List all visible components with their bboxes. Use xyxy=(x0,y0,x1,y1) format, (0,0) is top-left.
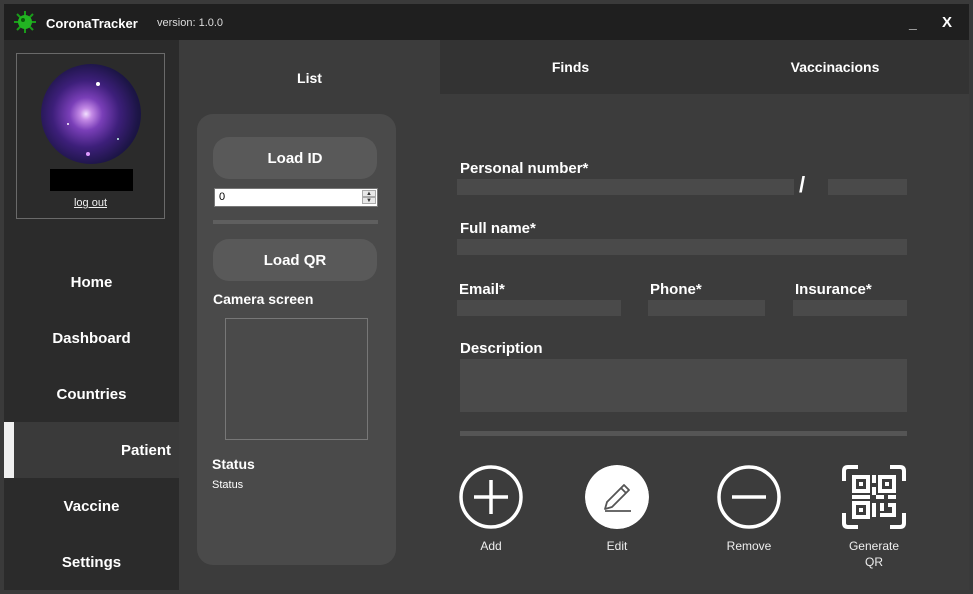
generate-qr-label: Generate QR xyxy=(838,538,910,570)
title-bar: CoronaTracker version: 1.0.0 _ X xyxy=(4,4,969,40)
id-value: 0 xyxy=(219,191,226,203)
patient-content: Load ID 0 ▲ ▼ Load QR Camera screen Stat… xyxy=(179,94,969,590)
status-value: Status xyxy=(212,479,244,491)
id-spinner-input[interactable]: 0 ▲ ▼ xyxy=(214,188,378,207)
plus-circle-icon xyxy=(459,465,523,529)
load-panel: Load ID 0 ▲ ▼ Load QR Camera screen Stat… xyxy=(197,114,396,565)
generate-qr-label-line2: QR xyxy=(865,555,883,569)
tab-vaccinations[interactable]: Vaccinacions xyxy=(701,40,969,94)
insurance-field[interactable] xyxy=(793,300,907,316)
description-field[interactable] xyxy=(460,359,907,412)
close-button[interactable]: X xyxy=(942,14,952,31)
email-field[interactable] xyxy=(457,300,621,316)
generate-qr-label-line1: Generate xyxy=(848,539,900,553)
edit-label: Edit xyxy=(606,539,628,553)
minimize-button[interactable]: _ xyxy=(909,15,917,31)
tab-finds[interactable]: Finds xyxy=(440,40,701,94)
phone-field[interactable] xyxy=(648,300,765,316)
personal-number-field[interactable] xyxy=(457,179,794,195)
spin-down-icon[interactable]: ▼ xyxy=(362,197,376,204)
minus-circle-icon xyxy=(717,465,781,529)
full-name-label: Full name* xyxy=(460,220,536,237)
sidebar-item-vaccine[interactable]: Vaccine xyxy=(4,478,179,534)
sidebar-item-dashboard[interactable]: Dashboard xyxy=(4,310,179,366)
profile-card: log out xyxy=(16,53,165,219)
phone-label: Phone* xyxy=(650,281,702,298)
edit-button[interactable]: Edit xyxy=(582,465,652,554)
avatar xyxy=(41,64,141,164)
divider xyxy=(213,220,378,224)
generate-qr-button[interactable]: Generate QR xyxy=(838,465,910,570)
qr-code-icon xyxy=(842,465,906,529)
tab-bar: Finds Vaccinacions List xyxy=(179,40,969,104)
load-qr-button[interactable]: Load QR xyxy=(213,239,377,281)
app-version: version: 1.0.0 xyxy=(157,17,224,29)
personal-number-suffix-field[interactable] xyxy=(828,179,907,195)
remove-label: Remove xyxy=(726,539,772,553)
status-heading: Status xyxy=(212,456,255,472)
sidebar-item-patient[interactable]: Patient xyxy=(4,422,179,478)
add-label: Add xyxy=(480,539,502,553)
camera-screen xyxy=(225,318,368,440)
add-button[interactable]: Add xyxy=(456,465,526,554)
description-label: Description xyxy=(460,340,543,357)
email-label: Email* xyxy=(459,281,505,298)
app-window: CoronaTracker version: 1.0.0 _ X log out… xyxy=(4,4,969,590)
divider xyxy=(460,431,907,436)
app-title: CoronaTracker xyxy=(46,16,138,31)
sidebar-item-home[interactable]: Home xyxy=(4,254,179,310)
sidebar: log out Home Dashboard Countries Patient… xyxy=(4,40,179,590)
remove-button[interactable]: Remove xyxy=(711,465,787,554)
personal-number-separator: / xyxy=(799,172,806,197)
sidebar-item-settings[interactable]: Settings xyxy=(4,534,179,590)
sidebar-item-countries[interactable]: Countries xyxy=(4,366,179,422)
pencil-icon xyxy=(585,465,649,529)
spin-up-icon[interactable]: ▲ xyxy=(362,190,376,197)
user-name-placeholder xyxy=(50,169,133,191)
load-id-button[interactable]: Load ID xyxy=(213,137,377,179)
logout-link[interactable]: log out xyxy=(17,197,164,209)
virus-logo-icon xyxy=(14,11,36,33)
camera-label: Camera screen xyxy=(213,291,314,307)
personal-number-label: Personal number* xyxy=(460,160,589,177)
insurance-label: Insurance* xyxy=(795,281,872,298)
full-name-field[interactable] xyxy=(457,239,907,255)
